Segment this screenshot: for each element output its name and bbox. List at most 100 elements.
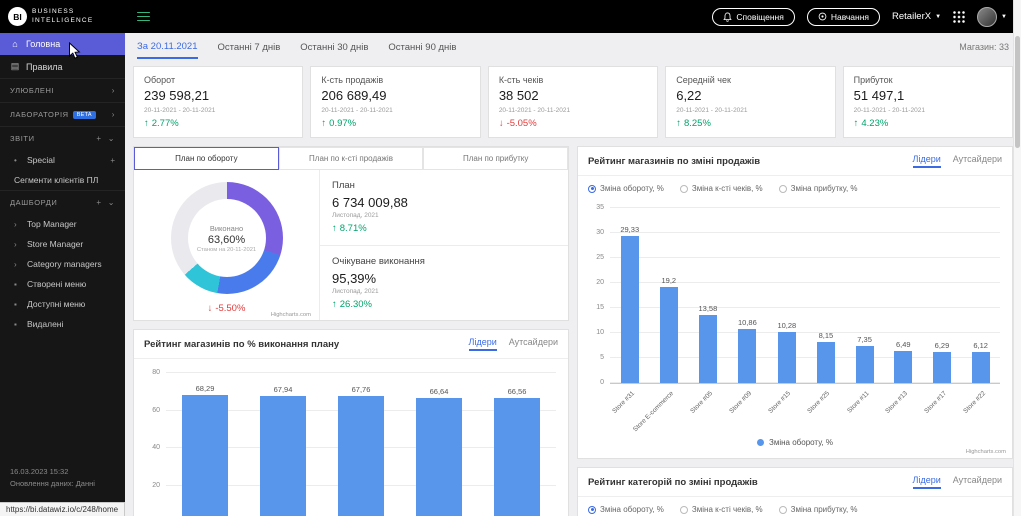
radio-profit-change[interactable]: Зміна прибутку, %	[779, 184, 858, 193]
radio-label: Зміна обороту, %	[600, 505, 664, 514]
bar-column: 68,29	[182, 384, 228, 516]
sidebar-item-segments[interactable]: Сегменти клієнтів ПЛ	[0, 170, 125, 190]
radio-turnover-change[interactable]: Зміна обороту, %	[588, 505, 664, 514]
sidebar-item-label: Доступні меню	[27, 299, 85, 309]
x-axis-label-slot: Store #13	[883, 386, 922, 434]
highcharts-credit: Highcharts.com	[271, 312, 311, 318]
plus-icon[interactable]: +	[110, 156, 115, 165]
sidebar-item-store-manager[interactable]: › Store Manager	[0, 234, 125, 254]
radio-profit-change[interactable]: Зміна прибутку, %	[779, 505, 858, 514]
plan-title: План	[332, 180, 556, 191]
bar-value-label: 8,15	[819, 331, 834, 340]
bar-column: 10,86	[738, 318, 757, 383]
y-axis-tick-label: 10	[586, 329, 604, 336]
menu-toggle-icon[interactable]	[137, 12, 150, 22]
bar-value-label: 66,64	[430, 387, 449, 396]
x-axis-category-label: Store #05	[690, 390, 715, 415]
sidebar-section-laboratory[interactable]: ЛАБОРАТОРІЯ BETA ›	[0, 102, 125, 126]
kpi-period: 20-11-2021 - 20-11-2021	[144, 107, 292, 114]
expected-period: Листопад, 2021	[332, 288, 556, 295]
bar-value-label: 66,56	[508, 387, 527, 396]
tab-outsiders[interactable]: Аутсайдери	[509, 337, 558, 351]
bar	[660, 287, 678, 383]
page-scrollbar[interactable]	[1013, 0, 1021, 516]
kpi-change: ↑ 8.25%	[676, 118, 824, 129]
sidebar-item-rules[interactable]: ▤ Правила	[0, 55, 125, 78]
bar	[933, 352, 951, 383]
bar	[338, 396, 384, 516]
plan-period: Листопад, 2021	[332, 212, 556, 219]
bar-value-label: 67,94	[274, 385, 293, 394]
bar	[972, 352, 990, 383]
gridline: 35	[610, 207, 1000, 208]
tab-plan-profit[interactable]: План по прибутку	[423, 147, 568, 170]
donut-center-label: Виконано	[210, 224, 243, 233]
tab-last-30-days[interactable]: Останні 30 днів	[300, 36, 368, 58]
tab-outsiders[interactable]: Аутсайдери	[953, 475, 1002, 489]
sidebar-item-home[interactable]: ⌂ Головна	[0, 33, 125, 55]
arrow-icon: ↓	[208, 303, 213, 314]
tab-leaders[interactable]: Лідери	[913, 475, 941, 489]
tab-last-7-days[interactable]: Останні 7 днів	[218, 36, 281, 58]
logo-line2: INTELLIGENCE	[32, 17, 93, 25]
app-logo[interactable]: BI BUSINESS INTELLIGENCE	[0, 7, 125, 26]
radio-receipts-change[interactable]: Зміна к-сті чеків, %	[680, 184, 763, 193]
sidebar-item-category-managers[interactable]: › Category managers	[0, 254, 125, 274]
y-axis-tick-label: 80	[142, 369, 160, 376]
bar-column: 29,33	[620, 225, 639, 383]
expected-change: ↑ 26.30%	[332, 299, 556, 310]
sidebar-item-label: Category managers	[27, 259, 102, 269]
sidebar-item-deleted[interactable]: ▪ Видалені	[0, 314, 125, 334]
bar-value-label: 68,29	[196, 384, 215, 393]
apps-grid-icon[interactable]	[953, 11, 965, 23]
x-axis-category-label: Store #17	[924, 390, 949, 415]
tab-leaders[interactable]: Лідери	[469, 337, 497, 351]
y-axis-tick-label: 40	[142, 444, 160, 451]
arrow-icon: ↑	[144, 118, 149, 129]
plus-icon[interactable]: +	[96, 198, 101, 207]
training-button[interactable]: Навчання	[807, 8, 880, 26]
radio-receipts-change[interactable]: Зміна к-сті чеків, %	[680, 505, 763, 514]
kpi-card-turnover: Оборот 239 598,21 20-11-2021 - 20-11-202…	[133, 66, 303, 138]
panel-header: Рейтинг категорій по зміні продажів Ліде…	[578, 468, 1012, 497]
kpi-period: 20-11-2021 - 20-11-2021	[854, 107, 1002, 114]
bars-row: 29,3319,213,5810,8610,288,157,356,496,29…	[610, 209, 1000, 383]
sidebar-section-favorites[interactable]: УЛЮБЛЕНІ ›	[0, 78, 125, 102]
bar-column: 19,2	[660, 276, 678, 383]
tab-plan-turnover[interactable]: План по обороту	[134, 147, 279, 170]
bar-value-label: 7,35	[857, 335, 872, 344]
y-axis-tick-label: 30	[586, 229, 604, 236]
chevron-down-icon[interactable]: ⌄	[108, 198, 115, 207]
bar	[260, 396, 306, 516]
notifications-button[interactable]: Сповіщення	[712, 8, 795, 26]
panel-header: Рейтинг магазинів по % виконання плану Л…	[134, 330, 568, 359]
menu-icon: ▪	[14, 300, 22, 309]
sidebar-item-created-menus[interactable]: ▪ Створені меню	[0, 274, 125, 294]
sidebar-item-top-manager[interactable]: › Top Manager	[0, 214, 125, 234]
bar-column: 66,64	[416, 387, 462, 516]
legend-marker-icon	[757, 439, 764, 446]
chart-legend[interactable]: Зміна обороту, %	[578, 434, 1012, 449]
account-dropdown[interactable]: RetailerX ▼	[892, 11, 941, 22]
sidebar-item-special[interactable]: • Special +	[0, 150, 125, 170]
sidebar-item-available-menus[interactable]: ▪ Доступні меню	[0, 294, 125, 314]
tab-date-20-11-2021[interactable]: За 20.11.2021	[137, 35, 198, 59]
tab-leaders[interactable]: Лідери	[913, 154, 941, 168]
right-column: Рейтинг магазинів по зміні продажів Ліде…	[577, 146, 1013, 516]
data-refresh-note: Оновлення даних: Данні	[10, 478, 121, 490]
scrollbar-thumb[interactable]	[1015, 36, 1020, 148]
tab-plan-sales-count[interactable]: План по к-сті продажів	[279, 147, 424, 170]
sidebar-section-reports[interactable]: ЗВІТИ + ⌄	[0, 126, 125, 150]
leaders-outsiders-tabs: Лідери Аутсайдери	[913, 154, 1002, 168]
radio-turnover-change[interactable]: Зміна обороту, %	[588, 184, 664, 193]
sidebar-section-dashboards[interactable]: ДАШБОРДИ + ⌄	[0, 190, 125, 214]
user-menu[interactable]: ▼	[977, 7, 1007, 27]
plus-icon[interactable]: +	[96, 134, 101, 143]
bars-row: 68,2967,9467,7666,6466,56	[166, 373, 556, 516]
tab-outsiders[interactable]: Аутсайдери	[953, 154, 1002, 168]
radio-label: Зміна к-сті чеків, %	[692, 184, 763, 193]
tab-last-90-days[interactable]: Останні 90 днів	[388, 36, 456, 58]
chevron-down-icon[interactable]: ⌄	[108, 134, 115, 143]
kpi-change: ↑ 0.97%	[321, 118, 469, 129]
left-column: План по обороту План по к-сті продажів П…	[133, 146, 569, 516]
